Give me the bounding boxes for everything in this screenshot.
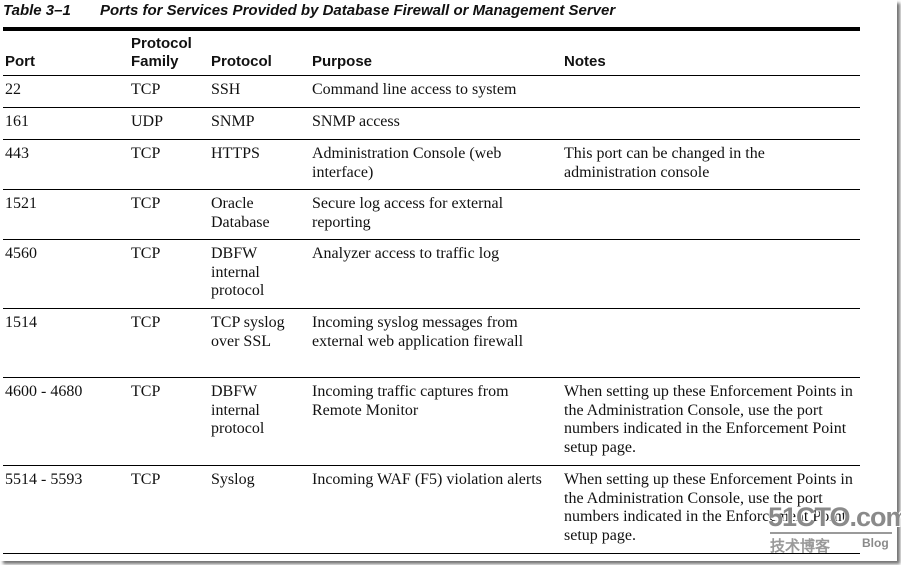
table-row: 5514 - 5593 TCP Syslog Incoming WAF (F5)… <box>3 465 860 554</box>
cell-port: 22 <box>3 75 129 108</box>
cell-notes <box>562 189 860 240</box>
header-port: Port <box>3 31 129 76</box>
cell-protocol: HTTPS <box>209 139 310 190</box>
cell-port: 1514 <box>3 308 129 378</box>
cell-protocol: SNMP <box>209 107 310 140</box>
cell-protocol: Oracle Database <box>209 189 310 240</box>
cell-family: TCP <box>129 308 209 378</box>
cell-family: UDP <box>129 107 209 140</box>
cell-family: TCP <box>129 465 209 554</box>
cell-port: 161 <box>3 107 129 140</box>
table-title: Ports for Services Provided by Database … <box>100 2 616 19</box>
table-row: 22 TCP SSH Command line access to system <box>3 75 860 108</box>
cell-purpose: SNMP access <box>310 107 562 140</box>
cell-notes: When setting up these Enforcement Points… <box>562 377 860 466</box>
header-protocol: Protocol <box>209 31 310 76</box>
cell-family: TCP <box>129 75 209 108</box>
header-protocol-family: Protocol Family <box>129 31 209 76</box>
cell-protocol: SSH <box>209 75 310 108</box>
header-notes: Notes <box>562 31 860 76</box>
cell-protocol: TCP syslog over SSL <box>209 308 310 378</box>
header-purpose: Purpose <box>310 31 562 76</box>
cell-notes <box>562 308 860 378</box>
document-page: Table 3–1 Ports for Services Provided by … <box>0 0 901 561</box>
watermark-blog-label: Blog <box>862 536 889 550</box>
table-caption: Table 3–1 Ports for Services Provided by … <box>3 2 615 19</box>
cell-port: 5514 - 5593 <box>3 465 129 554</box>
cell-protocol: DBFW internal protocol <box>209 377 310 466</box>
cell-protocol: DBFW internal protocol <box>209 239 310 309</box>
table-row: 161 UDP SNMP SNMP access <box>3 107 860 140</box>
cell-purpose: Incoming WAF (F5) violation alerts <box>310 465 562 554</box>
cell-purpose: Incoming syslog messages from external w… <box>310 308 562 378</box>
cell-port: 4560 <box>3 239 129 309</box>
table-row: 4600 - 4680 TCP DBFW internal protocol I… <box>3 377 860 466</box>
cell-family: TCP <box>129 239 209 309</box>
cell-port: 443 <box>3 139 129 190</box>
table-row: 1521 TCP Oracle Database Secure log acce… <box>3 189 860 240</box>
cell-protocol: Syslog <box>209 465 310 554</box>
cell-notes: This port can be changed in the administ… <box>562 139 860 190</box>
cell-family: TCP <box>129 139 209 190</box>
ports-table: Port Protocol Family Protocol Purpose No… <box>3 31 860 554</box>
cell-purpose: Incoming traffic captures from Remote Mo… <box>310 377 562 466</box>
cell-purpose: Secure log access for external reporting <box>310 189 562 240</box>
cell-purpose: Analyzer access to traffic log <box>310 239 562 309</box>
cell-purpose: Administration Console (web interface) <box>310 139 562 190</box>
cell-purpose: Command line access to system <box>310 75 562 108</box>
table-row: 4560 TCP DBFW internal protocol Analyzer… <box>3 239 860 309</box>
cell-notes <box>562 75 860 108</box>
cell-notes <box>562 107 860 140</box>
cell-port: 1521 <box>3 189 129 240</box>
header-row: Port Protocol Family Protocol Purpose No… <box>3 31 860 76</box>
table-number: Table 3–1 <box>3 2 71 19</box>
table-row: 443 TCP HTTPS Administration Console (we… <box>3 139 860 190</box>
table-row: 1514 TCP TCP syslog over SSL Incoming sy… <box>3 308 860 378</box>
cell-port: 4600 - 4680 <box>3 377 129 466</box>
cell-family: TCP <box>129 189 209 240</box>
cell-notes: When setting up these Enforcement Points… <box>562 465 860 554</box>
cell-family: TCP <box>129 377 209 466</box>
cell-notes <box>562 239 860 309</box>
